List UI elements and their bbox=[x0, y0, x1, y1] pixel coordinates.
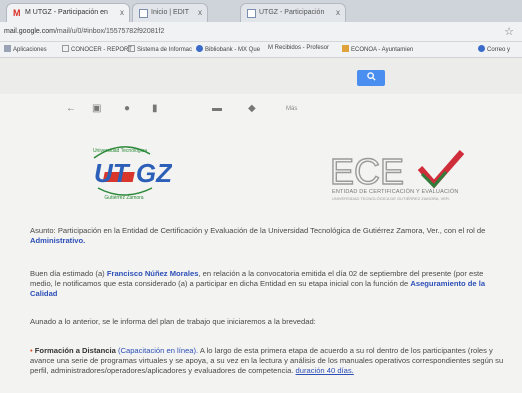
tab-label: Inicio | EDIT bbox=[151, 9, 189, 16]
bullet-paragraph: • Formación a Distancia (Capacitación en… bbox=[30, 346, 504, 375]
subject-paragraph: Asunto: Participación en la Entidad de C… bbox=[30, 226, 486, 245]
bookmark-item[interactable]: ECONOA - Ayuntamien bbox=[342, 45, 413, 53]
url-field[interactable]: mail.google.com/mail/u/0/#inbox/15575782… bbox=[4, 28, 164, 35]
search-button[interactable] bbox=[357, 70, 385, 86]
address-bar[interactable]: mail.google.com/mail/u/0/#inbox/15575782… bbox=[0, 22, 522, 42]
ece-tagline: ENTIDAD DE CERTIFICACIÓN Y EVALUACIÓN bbox=[332, 189, 459, 195]
svg-text:UT GZ: UT GZ bbox=[94, 158, 172, 188]
apps-icon bbox=[4, 45, 11, 52]
page-icon bbox=[62, 45, 69, 52]
email-banner: Universidad Tecnológica Gutiérrez Zamora… bbox=[20, 132, 510, 204]
bookmark-item[interactable]: Bibliobank - MX Que bbox=[196, 45, 260, 53]
tab-inicio[interactable]: Inicio | EDIT x bbox=[132, 3, 208, 22]
svg-text:Universidad Tecnológica: Universidad Tecnológica bbox=[93, 148, 147, 154]
bookmark-item[interactable]: CONOCER - REPORT bbox=[62, 45, 132, 53]
bullet-marker: • bbox=[30, 346, 33, 355]
bookmark-item[interactable]: Aplicaciones bbox=[4, 45, 47, 53]
globe-icon bbox=[478, 45, 485, 52]
close-icon[interactable]: x bbox=[336, 8, 340, 17]
greeting-paragraph: Buen día estimado (a) Francisco Núñez Mo… bbox=[30, 269, 486, 298]
gmail-header bbox=[0, 58, 522, 94]
more-button[interactable]: Más bbox=[286, 106, 297, 112]
page-icon bbox=[128, 45, 135, 52]
recipient-name: Francisco Núñez Morales bbox=[106, 269, 199, 278]
tab-utgz-participacion[interactable]: M M UTGZ - Participación en x bbox=[6, 3, 130, 22]
page-icon bbox=[139, 9, 148, 18]
tab-label: M UTGZ - Participación en bbox=[25, 9, 108, 16]
tab-label: UTGZ - Participación bbox=[259, 9, 325, 16]
message-toolbar: ← ▣ ● ▮ ▬ ◆ Más bbox=[0, 100, 522, 122]
folder-icon bbox=[342, 45, 349, 52]
page-icon bbox=[247, 9, 256, 18]
close-icon[interactable]: x bbox=[120, 8, 124, 17]
move-to-folder-icon[interactable]: ▬ bbox=[212, 103, 222, 114]
role-text: Administrativo. bbox=[30, 236, 86, 245]
bookmark-star-icon[interactable]: ☆ bbox=[504, 25, 514, 38]
bookmark-item[interactable]: Correo y bbox=[478, 45, 510, 53]
archive-icon[interactable]: ▣ bbox=[92, 103, 101, 114]
delete-icon[interactable]: ▮ bbox=[152, 103, 158, 114]
label-icon[interactable]: ◆ bbox=[248, 103, 256, 114]
tab-bar: M M UTGZ - Participación en x Inicio | E… bbox=[0, 0, 522, 22]
svg-text:Gutiérrez Zamora: Gutiérrez Zamora bbox=[104, 195, 143, 201]
ece-subline: UNIVERSIDAD TECNOLÓGICA DE GUTIÉRREZ ZAM… bbox=[332, 196, 450, 201]
tab-utgz-participacion-2[interactable]: UTGZ - Participación x bbox=[240, 3, 346, 22]
svg-text:ECE: ECE bbox=[330, 151, 404, 192]
bullet-title: Formación a Distancia bbox=[34, 346, 116, 355]
globe-icon bbox=[196, 45, 203, 52]
search-icon bbox=[366, 72, 376, 81]
bookmark-item[interactable]: M Recibidos - Profesor bbox=[268, 45, 329, 51]
duration-link[interactable]: duración 40 días. bbox=[296, 366, 354, 375]
close-icon[interactable]: x bbox=[198, 8, 202, 17]
gmail-icon: M bbox=[13, 8, 21, 18]
bookmarks-bar: Aplicaciones CONOCER - REPORT Sistema de… bbox=[0, 42, 522, 58]
report-spam-icon[interactable]: ● bbox=[124, 103, 130, 114]
utgz-logo: Universidad Tecnológica Gutiérrez Zamora… bbox=[93, 146, 172, 201]
plan-paragraph: Aunado a lo anterior, se le informa del … bbox=[30, 317, 316, 326]
back-icon[interactable]: ← bbox=[66, 103, 76, 114]
bookmark-item[interactable]: Sistema de Informac bbox=[128, 45, 192, 53]
